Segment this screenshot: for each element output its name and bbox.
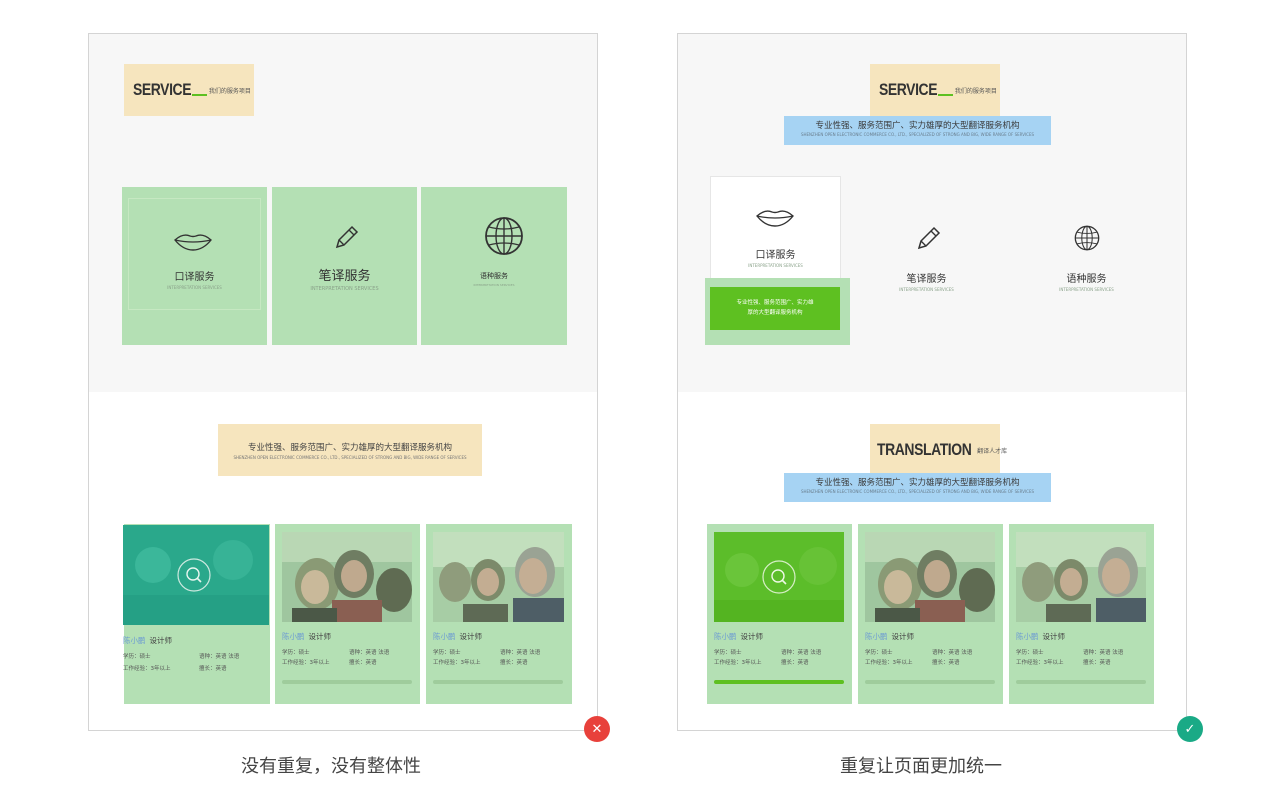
translator-card[interactable]: 陈小鹏 设计师 学历：硕士 语种：英语 法语 工作经验：3年以上 擅长：英语 (275, 524, 420, 704)
service-card-languages[interactable]: 语种服务 INTERPRETATION SERVICES (421, 187, 567, 345)
translator-photo (282, 532, 412, 622)
translator-name: 陈小鹏 (282, 632, 305, 641)
service-subtitle: INTERPRETATION SERVICES (1059, 287, 1114, 292)
translator-card[interactable]: 陈小鹏 设计师 学历：硕士 语种：英语 法语 工作经验：3年以上 擅长：英语 (707, 524, 852, 704)
card-bar (865, 680, 995, 684)
service-subtitle: INTERPRETATION SERVICES (167, 285, 222, 290)
translator-role: 设计师 (308, 632, 332, 641)
service-title: 笔译服务 (906, 274, 947, 285)
check-mark-icon: ✓ (1177, 716, 1203, 742)
translator-photo (714, 532, 844, 622)
card-bar-active (714, 680, 844, 684)
translator-card[interactable]: 陈小鹏 设计师 学历：硕士 语种：英语 法语 工作经验：3年以上 擅长：英语 (1009, 524, 1154, 704)
translator-name: 陈小鹏 (123, 636, 146, 645)
translator-name: 陈小鹏 (433, 632, 456, 641)
service-card-interpretation[interactable]: 口译服务 INTERPRETATION SERVICES (122, 187, 267, 345)
search-icon[interactable] (761, 559, 797, 595)
service-subtitle: INTERPRETATION SERVICES (748, 263, 803, 268)
good-example-caption: 重复让页面更加统一 (840, 756, 1002, 777)
card-bar (282, 680, 412, 684)
globe-icon (1074, 225, 1100, 251)
service-title: 笔译服务 (318, 269, 371, 284)
globe-icon (485, 217, 523, 255)
bad-example-panel: SERVICE 我们的服务项目 口译服务 INTERPRETATION SERV… (88, 33, 598, 731)
good-example-panel: SERVICE 我们的服务项目 专业性强、服务范围广、实力雄厚的大型翻译服务机构… (677, 33, 1187, 731)
translator-card[interactable]: 陈小鹏 设计师 学历：硕士 语种：英语 法语 工作经验：3年以上 擅长：英语 (858, 524, 1003, 704)
translator-card[interactable]: 陈小鹏 设计师 学历：硕士 语种：英语 法语 工作经验：3年以上 擅长：英语 (426, 524, 572, 704)
translator-photo (433, 532, 564, 622)
service-tag: SERVICE 我们的服务项目 (124, 64, 254, 116)
slogan-tag: 专业性强、服务范围广、实力雄厚的大型翻译服务机构 SHENZHEN OPEN E… (218, 424, 482, 476)
translator-role: 设计师 (891, 632, 915, 641)
service-item-translation[interactable]: 笔译服务 INTERPRETATION SERVICES (861, 176, 992, 344)
translator-name: 陈小鹏 (865, 632, 888, 641)
cross-mark-icon: ✕ (584, 716, 610, 742)
card-bar (1016, 680, 1146, 684)
pencil-icon (917, 226, 941, 250)
translation-slogan: 专业性强、服务范围广、实力雄厚的大型翻译服务机构 SHENZHEN OPEN E… (784, 473, 1051, 502)
lips-icon (756, 210, 794, 227)
hover-description[interactable]: 专业性强、服务范围广、实力雄厚的大型翻译服务机构 (710, 287, 840, 330)
service-slogan: 专业性强、服务范围广、实力雄厚的大型翻译服务机构 SHENZHEN OPEN E… (784, 116, 1051, 145)
translator-card[interactable]: 陈小鹏 设计师 学历：硕士 语种：英语 法语 工作经验：3年以上 擅长：英语 (123, 524, 270, 704)
bad-example-caption: 没有重复，没有整体性 (241, 756, 421, 777)
lips-icon (174, 234, 212, 251)
translation-tag: TRANSLATION 翻译人才库 (870, 424, 1007, 476)
search-icon[interactable] (176, 557, 212, 593)
translator-role: 设计师 (459, 632, 483, 641)
service-title: 语种服务 (1066, 274, 1107, 285)
translator-photo (865, 532, 995, 622)
service-title: 口译服务 (755, 250, 796, 261)
translator-photo (1016, 532, 1146, 622)
card-bar (433, 680, 563, 684)
service-card-translation[interactable]: 笔译服务 INTERPRETATION SERVICES (272, 187, 417, 345)
translator-role: 设计师 (1042, 632, 1066, 641)
service-tag: SERVICE 我们的服务项目 (870, 64, 1000, 116)
translator-name: 陈小鹏 (714, 632, 737, 641)
service-title: 口译服务 (174, 272, 215, 283)
translator-name: 陈小鹏 (1016, 632, 1039, 641)
translator-role: 设计师 (740, 632, 764, 641)
service-item-languages[interactable]: 语种服务 INTERPRETATION SERVICES (1021, 176, 1152, 344)
service-subtitle: INTERPRETATION SERVICES (899, 287, 954, 292)
pencil-icon (335, 225, 359, 249)
translator-photo (123, 525, 269, 625)
service-subtitle: INTERPRETATION SERVICES (473, 283, 515, 287)
service-title: 语种服务 (480, 272, 508, 280)
service-subtitle: INTERPRETATION SERVICES (310, 286, 379, 292)
translator-role: 设计师 (149, 636, 173, 645)
